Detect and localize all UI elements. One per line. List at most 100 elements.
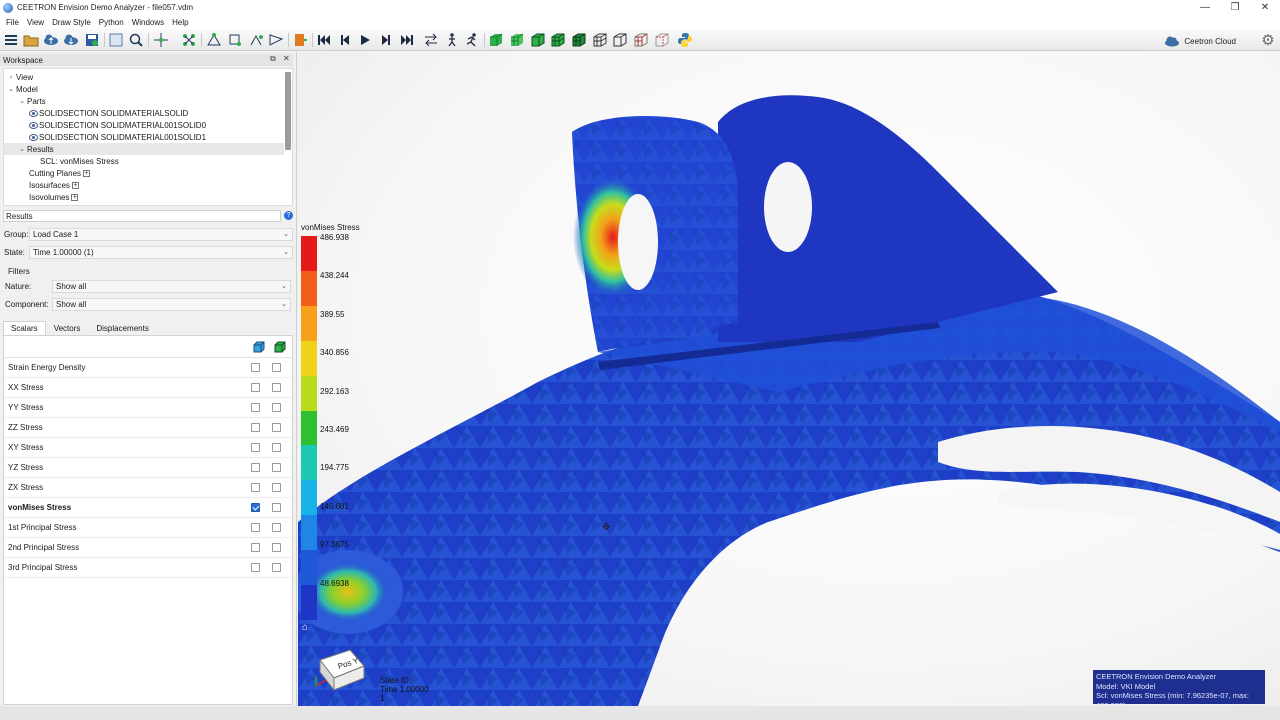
contours-checkbox[interactable]	[272, 443, 281, 452]
fringes-checkbox[interactable]	[251, 543, 260, 552]
close-panel-icon[interactable]: ✕	[283, 54, 290, 63]
tree-item[interactable]: SCL: vonMises Stress	[4, 155, 284, 167]
contours-checkbox[interactable]	[272, 563, 281, 572]
python-icon[interactable]	[677, 32, 693, 48]
tab-vectors[interactable]: Vectors	[46, 321, 89, 335]
scalar-row[interactable]: 3rd Principal Stress	[4, 558, 292, 578]
zoom-icon[interactable]	[128, 32, 144, 48]
walk-icon[interactable]	[444, 32, 460, 48]
run-icon[interactable]	[464, 32, 480, 48]
first-frame-icon[interactable]	[316, 32, 332, 48]
scalar-row[interactable]: 2nd Principal Stress	[4, 538, 292, 558]
wireframe-icon[interactable]	[571, 32, 587, 48]
tree-item[interactable]: SOLIDSECTION SOLIDMATERIAL001SOLID1	[4, 131, 284, 143]
menu-icon[interactable]	[3, 32, 19, 48]
ceetron-cloud-button[interactable]: Ceetron Cloud	[1164, 34, 1236, 48]
fringes-checkbox[interactable]	[251, 423, 260, 432]
tab-scalars[interactable]: Scalars	[3, 321, 46, 335]
swap-icon[interactable]	[423, 32, 439, 48]
next-frame-icon[interactable]	[378, 32, 394, 48]
solid-mesh-icon[interactable]	[550, 32, 566, 48]
close-button[interactable]: ✕	[1250, 0, 1280, 15]
surface-icon[interactable]	[488, 32, 504, 48]
surface-mesh-icon[interactable]	[509, 32, 525, 48]
scalar-row[interactable]: ZX Stress	[4, 478, 292, 498]
save-icon[interactable]	[84, 32, 100, 48]
chevron-down-icon[interactable]: ⌄	[17, 145, 27, 153]
scalar-row[interactable]: Strain Energy Density	[4, 358, 292, 378]
prev-frame-icon[interactable]	[337, 32, 353, 48]
fringes-checkbox[interactable]	[251, 523, 260, 532]
tree-item[interactable]: Cutting Planes +	[4, 167, 284, 179]
scalar-row[interactable]: YZ Stress	[4, 458, 292, 478]
chevron-right-icon[interactable]: ›	[6, 74, 16, 81]
float-panel-icon[interactable]: ⧉	[270, 54, 276, 64]
contours-checkbox[interactable]	[272, 423, 281, 432]
contours-checkbox[interactable]	[272, 523, 281, 532]
contours-checkbox[interactable]	[272, 483, 281, 492]
scalar-row[interactable]: 1st Principal Stress	[4, 518, 292, 538]
visibility-eye-icon[interactable]	[29, 109, 38, 117]
tree-item[interactable]: ⌄ Model	[4, 83, 284, 95]
scalar-row[interactable]: XY Stress	[4, 438, 292, 458]
node-icon[interactable]	[181, 32, 197, 48]
pick-point-icon[interactable]	[206, 32, 222, 48]
group-dropdown[interactable]: Load Case 1 ⌄	[29, 228, 293, 241]
add-icon[interactable]: +	[71, 193, 79, 201]
help-icon[interactable]: ?	[284, 211, 293, 220]
tree-item[interactable]: SOLIDSECTION SOLIDMATERIAL001SOLID0	[4, 119, 284, 131]
pick-face-icon[interactable]	[268, 32, 284, 48]
tree-item[interactable]: ⌄ Results	[4, 143, 284, 155]
visibility-eye-icon[interactable]	[29, 133, 38, 141]
maximize-button[interactable]: ❐	[1220, 0, 1250, 15]
add-icon[interactable]: +	[71, 181, 79, 189]
play-icon[interactable]	[357, 32, 373, 48]
last-frame-icon[interactable]	[399, 32, 415, 48]
fringes-checkbox[interactable]	[251, 383, 260, 392]
menu-file[interactable]: File	[2, 18, 23, 27]
state-dropdown[interactable]: Time 1.00000 (1) ⌄	[29, 246, 293, 259]
contours-checkbox[interactable]	[272, 403, 281, 412]
pick-part-icon[interactable]	[248, 32, 264, 48]
minimize-button[interactable]: —	[1190, 0, 1220, 15]
home-icon[interactable]: ⌂	[302, 622, 312, 633]
fringes-checkbox[interactable]	[251, 403, 260, 412]
contours-checkbox[interactable]	[272, 543, 281, 552]
menu-python[interactable]: Python	[95, 18, 128, 27]
fringes-checkbox[interactable]	[251, 483, 260, 492]
scalar-row[interactable]: XX Stress	[4, 378, 292, 398]
tree-item[interactable]: Isosurfaces +	[4, 179, 284, 191]
hidden-surface-icon[interactable]	[654, 32, 670, 48]
tree-item[interactable]: Isovolumes +	[4, 191, 284, 203]
component-dropdown[interactable]: Show all ⌄	[52, 298, 291, 311]
axis-icon[interactable]	[153, 32, 169, 48]
chevron-down-icon[interactable]: ⌄	[6, 85, 16, 93]
fem-model[interactable]	[298, 52, 1280, 706]
scalar-row[interactable]: vonMises Stress	[4, 498, 292, 518]
contours-checkbox[interactable]	[272, 363, 281, 372]
tree-scrollbar[interactable]	[285, 72, 291, 150]
tree-item[interactable]: ⌄ Parts	[4, 95, 284, 107]
fringes-checkbox[interactable]	[251, 443, 260, 452]
pick-element-icon[interactable]	[227, 32, 243, 48]
tree-item[interactable]: SOLIDSECTION SOLIDMATERIALSOLID	[4, 107, 284, 119]
fringes-checkbox[interactable]	[251, 363, 260, 372]
menu-windows[interactable]: Windows	[128, 18, 168, 27]
chevron-down-icon[interactable]: ⌄	[17, 97, 27, 105]
add-icon[interactable]: +	[83, 169, 91, 177]
contours-checkbox[interactable]	[272, 383, 281, 392]
contours-checkbox[interactable]	[272, 463, 281, 472]
contours-checkbox[interactable]	[272, 503, 281, 512]
menu-view[interactable]: View	[23, 18, 48, 27]
transparent-icon[interactable]	[633, 32, 649, 48]
view-cube[interactable]: Pos Y	[312, 632, 372, 692]
fit-view-icon[interactable]	[108, 32, 124, 48]
open-folder-icon[interactable]	[23, 32, 39, 48]
fringes-checkbox[interactable]	[251, 463, 260, 472]
nature-dropdown[interactable]: Show all ⌄	[52, 280, 291, 293]
cutting-plane-icon[interactable]	[292, 32, 308, 48]
scalar-row[interactable]: YY Stress	[4, 398, 292, 418]
solid-icon[interactable]	[530, 32, 546, 48]
fringes-checkbox[interactable]	[251, 503, 260, 512]
gear-icon[interactable]: ⚙	[1260, 32, 1276, 49]
